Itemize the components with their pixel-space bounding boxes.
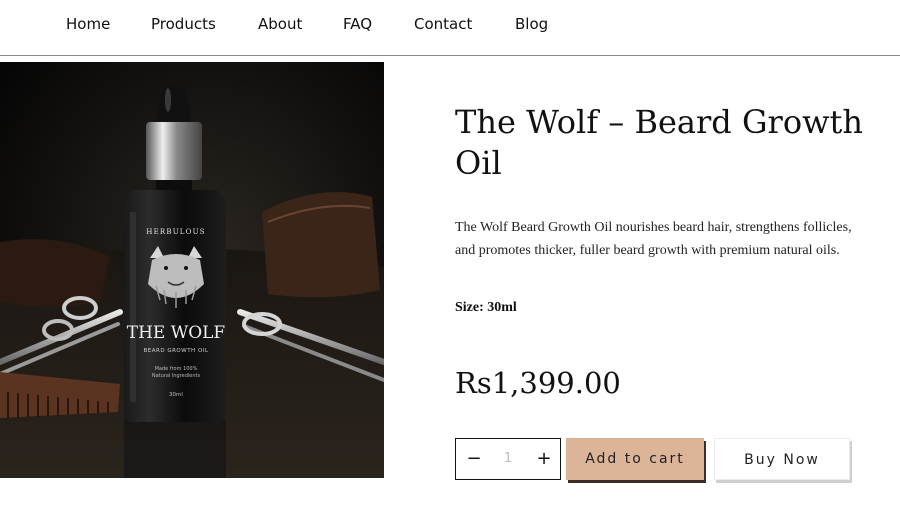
main-nav: Home Products About FAQ Contact Blog bbox=[0, 0, 900, 56]
product-image[interactable]: HERBULOUS THE WOLF BEARD GROWTH OIL Made… bbox=[0, 62, 384, 478]
nav-about-link[interactable]: About bbox=[258, 15, 302, 33]
product-price: Rs1,399.00 bbox=[455, 366, 621, 400]
nav-faq-link[interactable]: FAQ bbox=[343, 15, 372, 33]
product-size: Size: 30ml bbox=[455, 300, 517, 315]
bottle-volume-text: 30ml bbox=[169, 392, 183, 398]
product-title: The Wolf – Beard Growth Oil bbox=[455, 103, 863, 182]
nav-blog-link[interactable]: Blog bbox=[515, 15, 548, 33]
nav-home-link[interactable]: Home bbox=[66, 15, 110, 33]
nav-products-link[interactable]: Products bbox=[151, 15, 216, 33]
product-description: The Wolf Beard Growth Oil nourishes bear… bbox=[455, 220, 852, 258]
bottle-subtitle-text: BEARD GROWTH OIL bbox=[144, 348, 209, 354]
nav-contact-link[interactable]: Contact bbox=[414, 15, 472, 33]
buy-now-button[interactable]: Buy Now bbox=[714, 438, 850, 480]
quantity-stepper: − + bbox=[455, 438, 561, 480]
bottle-brand-text: HERBULOUS bbox=[146, 228, 205, 236]
bottle-name-text: THE WOLF bbox=[127, 323, 226, 343]
decrease-quantity-button[interactable]: − bbox=[458, 439, 490, 479]
bottle-note-line-1: Made from 100% bbox=[155, 366, 198, 372]
increase-quantity-button[interactable]: + bbox=[528, 439, 560, 479]
add-to-cart-button[interactable]: Add to cart bbox=[566, 438, 704, 480]
quantity-input[interactable] bbox=[490, 439, 526, 479]
bottle-note-line-2: Natural Ingredients bbox=[152, 373, 201, 379]
